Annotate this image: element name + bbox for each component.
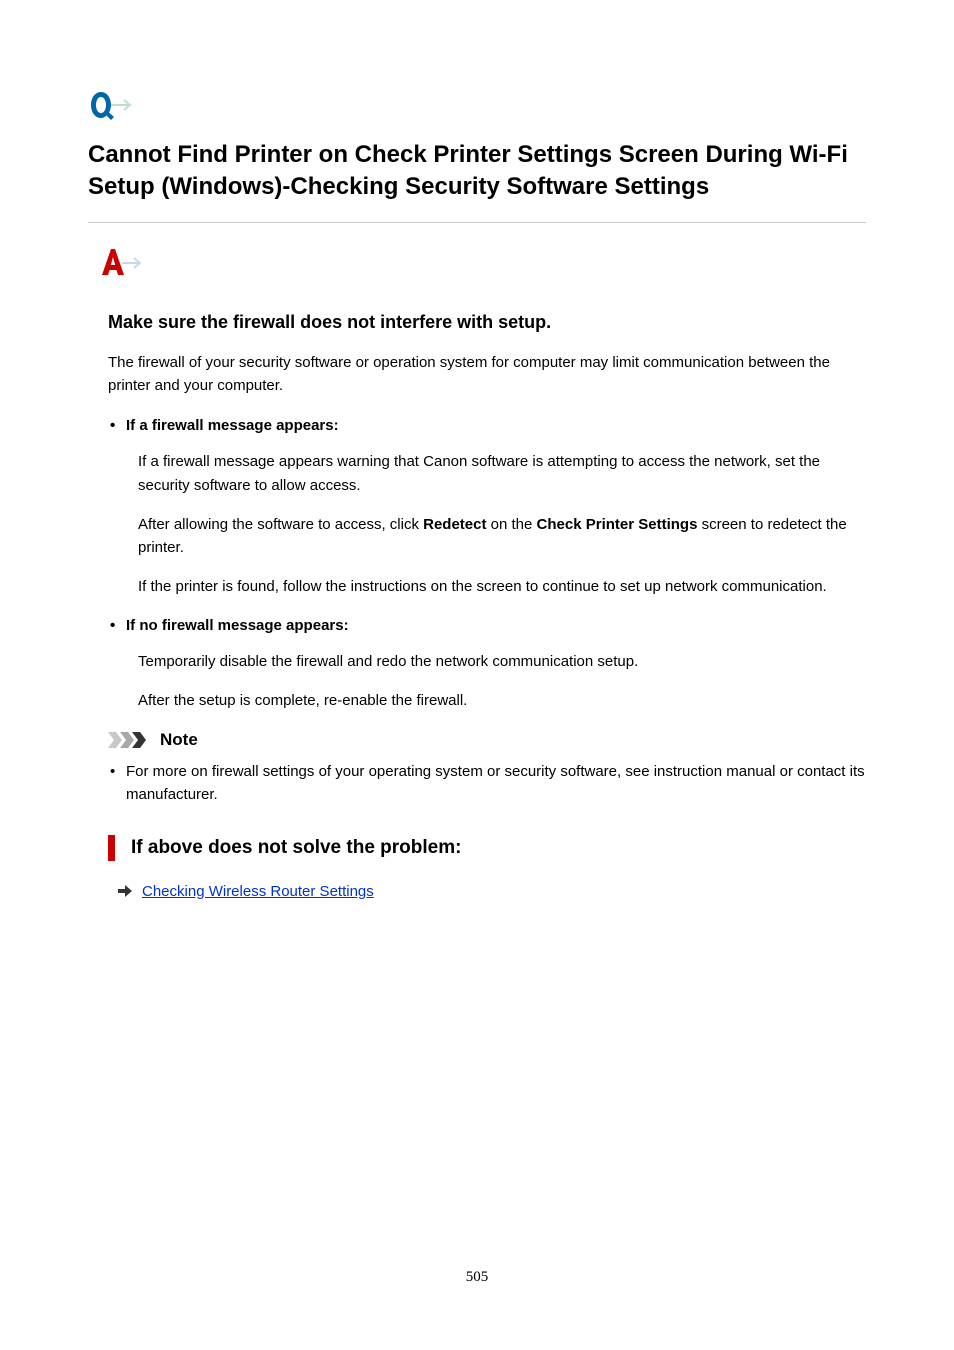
bullet-title: If a firewall message appears:: [126, 417, 866, 434]
text-fragment: on the: [486, 516, 536, 533]
bullet-item: If a firewall message appears: If a fire…: [126, 417, 866, 598]
text-bold: Redetect: [423, 516, 486, 533]
bullet-paragraph: If a firewall message appears warning th…: [138, 450, 866, 497]
answer-icon: [98, 247, 866, 284]
unresolved-heading: If above does not solve the problem:: [108, 835, 866, 861]
text-fragment: After allowing the software to access, c…: [138, 516, 423, 533]
router-settings-link[interactable]: Checking Wireless Router Settings: [142, 883, 374, 900]
note-header: Note: [108, 730, 866, 750]
bullet-paragraph: Temporarily disable the firewall and red…: [138, 650, 866, 673]
bullet-title: If no firewall message appears:: [126, 617, 866, 634]
page-title: Cannot Find Printer on Check Printer Set…: [88, 139, 866, 204]
question-icon: [88, 90, 866, 129]
chevrons-icon: [108, 732, 152, 748]
red-bar-icon: [108, 835, 115, 861]
unresolved-title: If above does not solve the problem:: [131, 837, 461, 859]
text-bold: Check Printer Settings: [537, 516, 698, 533]
note-text: For more on firewall settings of your op…: [126, 760, 866, 807]
link-row: Checking Wireless Router Settings: [118, 883, 866, 900]
note-title: Note: [160, 730, 198, 750]
bullet-paragraph: If the printer is found, follow the inst…: [138, 575, 866, 598]
arrow-right-icon: [118, 884, 132, 898]
bullet-paragraph: After the setup is complete, re-enable t…: [138, 689, 866, 712]
divider: [88, 222, 866, 223]
bullet-item: If no firewall message appears: Temporar…: [126, 617, 866, 713]
bullet-paragraph: After allowing the software to access, c…: [138, 513, 866, 560]
page-number: 505: [0, 1269, 954, 1286]
section-heading: Make sure the firewall does not interfer…: [108, 312, 866, 333]
intro-paragraph: The firewall of your security software o…: [108, 351, 866, 398]
